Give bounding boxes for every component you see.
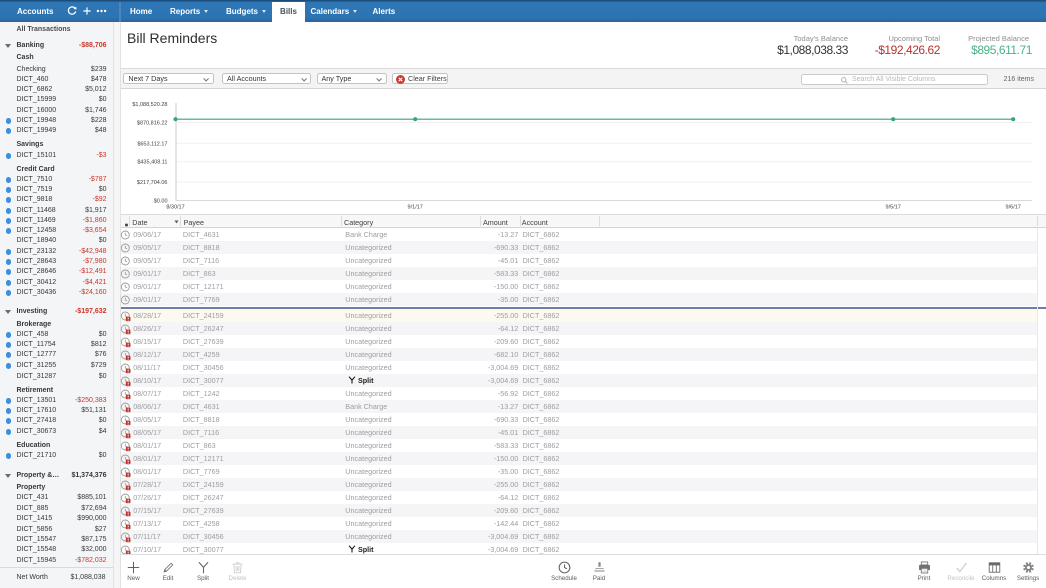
svg-text:$217,704.06: $217,704.06 [137,180,168,186]
svg-text:$653,112.17: $653,112.17 [137,141,167,147]
svg-text:$870,816.22: $870,816.22 [137,121,168,127]
svg-text:9/5/17: 9/5/17 [886,205,901,211]
svg-text:9/6/17: 9/6/17 [1006,205,1021,211]
svg-text:$0.00: $0.00 [154,198,168,204]
svg-text:9/1/17: 9/1/17 [408,205,423,211]
svg-text:$435,408.11: $435,408.11 [137,160,167,166]
svg-text:$1,088,520.28: $1,088,520.28 [132,102,167,108]
svg-text:8/30/17: 8/30/17 [166,205,184,211]
